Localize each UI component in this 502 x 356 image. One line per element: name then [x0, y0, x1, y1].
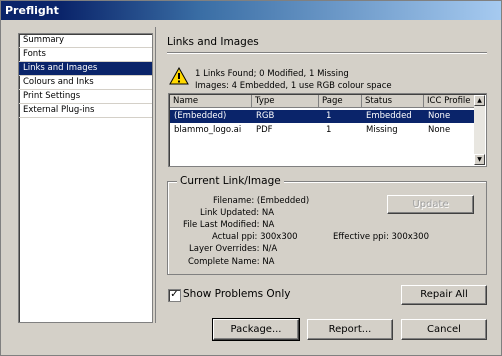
sidebar-item-fonts[interactable]: Fonts [19, 48, 152, 62]
column-header-name[interactable]: Name [170, 95, 252, 107]
cell-status: Embedded [366, 111, 412, 121]
package-button[interactable]: Package... [212, 318, 300, 341]
effective-ppi-label: Effective ppi: 300x300 [333, 232, 429, 242]
cell-status: Missing [366, 125, 398, 135]
effective-ppi-value: 300x300 [391, 232, 429, 242]
sidebar-item-summary[interactable]: Summary [19, 34, 152, 48]
filename-label: Filename: (Embedded) [213, 196, 310, 206]
images-summary: Images: 4 Embedded, 1 use RGB colour spa… [195, 81, 392, 91]
cancel-button[interactable]: Cancel [401, 319, 487, 340]
link-updated-value: NA [261, 208, 275, 218]
links-table[interactable]: Name Type Page Status ICC Profile (Embed… [168, 93, 487, 167]
file-last-modified-label: File Last Modified: NA [183, 220, 275, 230]
current-link-group-title: Current Link/Image [177, 175, 284, 187]
column-header-status[interactable]: Status [362, 95, 424, 107]
sidebar-item-colours-and-inks[interactable]: Colours and Inks [19, 76, 152, 90]
sidebar-item-links-and-images[interactable]: Links and Images [19, 62, 152, 76]
pane-divider [155, 27, 156, 323]
table-row[interactable]: blammo_logo.ai PDF 1 Missing None [170, 124, 475, 137]
column-header-type[interactable]: Type [252, 95, 319, 107]
layer-overrides-label: Layer Overrides: N/A [189, 244, 278, 254]
show-problems-only-label[interactable]: Show Problems Only [183, 288, 290, 300]
filename-value: (Embedded) [256, 196, 310, 206]
warning-triangle-icon [169, 67, 189, 85]
cell-name: blammo_logo.ai [174, 125, 242, 135]
section-divider [167, 52, 487, 54]
table-row[interactable]: (Embedded) RGB 1 Embedded None [170, 110, 475, 123]
show-problems-only-checkbox[interactable]: ✓ [168, 289, 181, 302]
sidebar-item-external-plugins[interactable]: External Plug-ins [19, 104, 152, 118]
layer-overrides-value: N/A [262, 244, 278, 254]
cell-page: 1 [326, 111, 332, 121]
actual-ppi-label: Actual ppi: 300x300 [212, 232, 298, 242]
column-header-page[interactable]: Page [319, 95, 362, 107]
report-button[interactable]: Report... [307, 319, 393, 340]
cell-icc-profile: None [428, 125, 451, 135]
cell-page: 1 [326, 125, 332, 135]
section-title: Links and Images [167, 36, 259, 48]
column-header-icc-profile[interactable]: ICC Profile [424, 95, 475, 107]
repair-all-button[interactable]: Repair All [401, 285, 487, 305]
scroll-up-icon[interactable]: ▲ [474, 95, 485, 106]
cell-type: PDF [256, 125, 273, 135]
table-scrollbar[interactable]: ▲ ▼ [474, 95, 485, 165]
preflight-dialog: Preflight Summary Fonts Links and Images… [0, 0, 502, 356]
complete-name-label: Complete Name: NA [188, 257, 275, 267]
category-list[interactable]: Summary Fonts Links and Images Colours a… [18, 33, 153, 323]
update-button[interactable]: Update [387, 195, 474, 214]
link-updated-label: Link Updated: NA [200, 208, 275, 218]
actual-ppi-value: 300x300 [260, 232, 298, 242]
complete-name-value: NA [262, 257, 275, 267]
title-bar[interactable]: Preflight [1, 1, 501, 20]
window-title: Preflight [5, 4, 59, 17]
cell-icc-profile: None [428, 111, 451, 121]
links-found-summary: 1 Links Found; 0 Modified, 1 Missing [195, 69, 349, 79]
table-header: Name Type Page Status ICC Profile [170, 95, 475, 108]
file-last-modified-value: NA [262, 220, 275, 230]
cell-name: (Embedded) [174, 111, 227, 121]
scroll-down-icon[interactable]: ▼ [474, 154, 485, 165]
cell-type: RGB [256, 111, 275, 121]
sidebar-item-print-settings[interactable]: Print Settings [19, 90, 152, 104]
